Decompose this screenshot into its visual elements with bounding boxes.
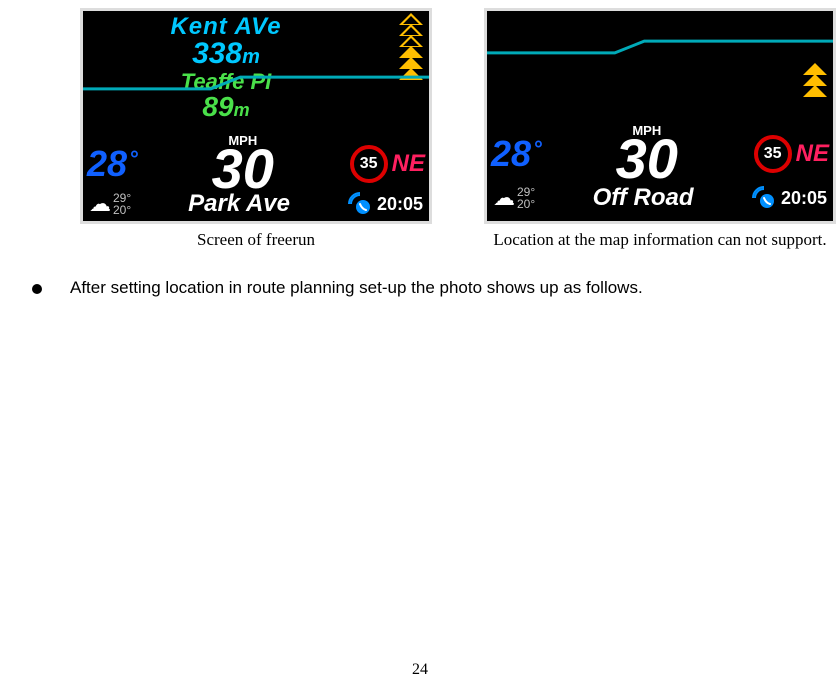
phone-icon xyxy=(347,191,373,217)
speed-value: 30 xyxy=(540,134,754,184)
caption-offroad: Location at the map information can not … xyxy=(493,230,826,250)
bullet-icon xyxy=(32,284,42,294)
cloud-icon: ☁ xyxy=(493,185,515,211)
nav-distance-1: 338m xyxy=(83,37,369,71)
screenshot-freerun: Kent AVe 338m Teaffe PI 89m xyxy=(80,8,432,224)
direction-arrows xyxy=(803,63,827,96)
arrow-up-icon xyxy=(399,35,423,47)
bottom-info-row: ☁ 29° 20° Off Road 20:05 xyxy=(487,179,833,217)
hi-lo-temps: 29° 20° xyxy=(113,192,131,216)
nav-distance-2: 89m xyxy=(83,91,369,123)
road-curve-icon xyxy=(487,39,833,55)
screenshot-offroad-block: 28° MPH 30 35 NE ☁ 29° 20° xyxy=(484,8,836,250)
current-street: Off Road xyxy=(593,184,694,211)
speed-block: MPH 30 xyxy=(540,123,754,184)
screenshot-offroad: 28° MPH 30 35 NE ☁ 29° 20° xyxy=(484,8,836,224)
phone-icon xyxy=(751,185,777,211)
arrow-up-icon xyxy=(399,68,423,80)
call-time: 20:05 xyxy=(781,188,827,209)
bottom-info-row: ☁ 29° 20° Park Ave 20:05 xyxy=(83,185,429,223)
outside-temp: 28° xyxy=(487,133,540,175)
cloud-icon: ☁ xyxy=(89,191,111,217)
lo-temp: 20° xyxy=(517,198,535,210)
arrow-up-icon xyxy=(803,85,827,97)
hi-lo-temps: 29° 20° xyxy=(517,186,535,210)
screenshot-freerun-block: Kent AVe 338m Teaffe PI 89m xyxy=(80,8,432,250)
current-street: Park Ave xyxy=(188,190,290,217)
call-block: 20:05 xyxy=(347,191,429,217)
weather-block: ☁ 29° 20° xyxy=(487,185,535,211)
lo-temp: 20° xyxy=(113,204,131,216)
caption-freerun: Screen of freerun xyxy=(197,230,315,250)
speed-limit-icon: 35 xyxy=(754,135,792,173)
speed-limit-icon: 35 xyxy=(350,145,388,183)
call-time: 20:05 xyxy=(377,194,423,215)
compass-direction: NE xyxy=(392,150,425,178)
bullet-text: After setting location in route planning… xyxy=(70,278,643,298)
page-number: 24 xyxy=(0,661,840,679)
direction-arrows xyxy=(399,13,423,79)
upcoming-nav: Kent AVe 338m Teaffe PI 89m xyxy=(83,11,369,123)
outside-temp: 28° xyxy=(83,143,136,185)
compass-direction: NE xyxy=(796,140,829,168)
weather-block: ☁ 29° 20° xyxy=(83,191,131,217)
call-block: 20:05 xyxy=(751,185,833,211)
bullet-paragraph: After setting location in route planning… xyxy=(0,278,840,298)
